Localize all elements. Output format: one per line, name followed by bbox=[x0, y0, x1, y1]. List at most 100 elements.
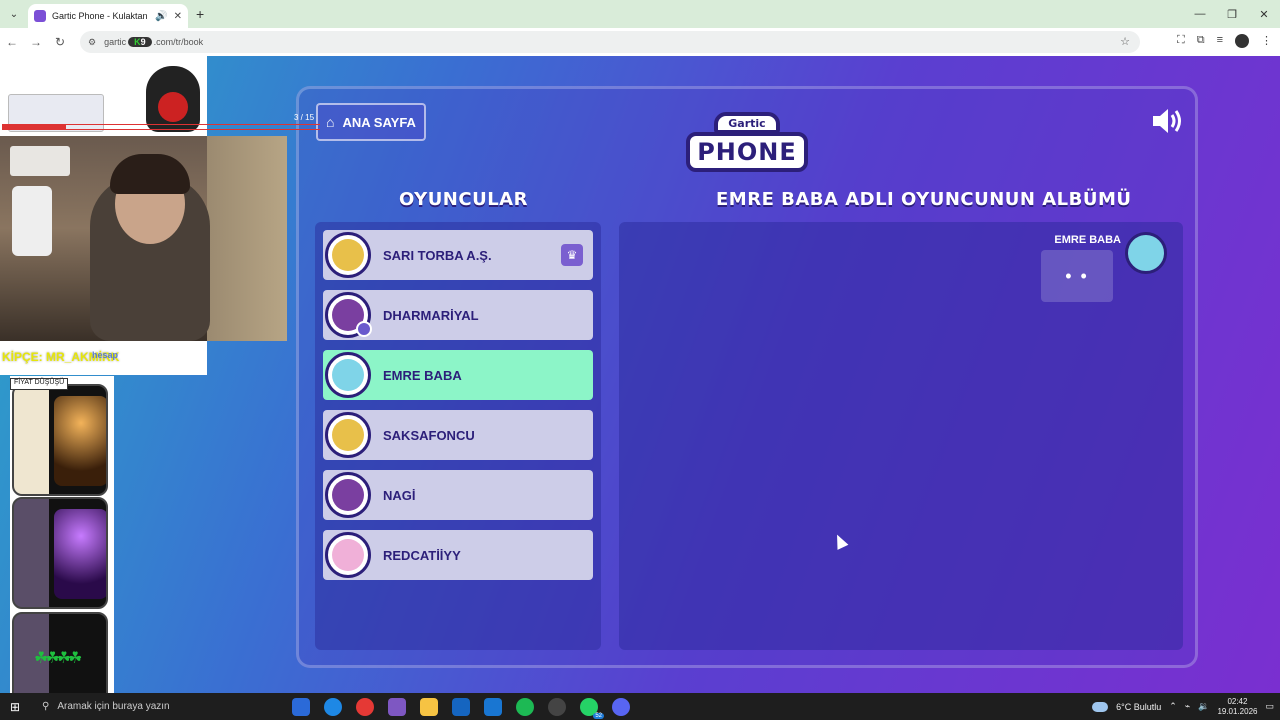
player-face-icon bbox=[332, 239, 364, 271]
volume-icon[interactable]: 🔉 bbox=[1198, 701, 1209, 712]
tab-audio-icon[interactable]: 🔊 bbox=[155, 11, 167, 22]
player-name: REDCATİİYY bbox=[383, 547, 461, 563]
reload-icon[interactable]: ↻ bbox=[48, 35, 72, 49]
address-bar[interactable]: ⚙ gartic K9 .com/tr/book ☆ bbox=[80, 31, 1140, 53]
windows-taskbar: ⊞ ⚲ Aramak için buraya yazın 52 6°C Bulu… bbox=[0, 693, 1280, 720]
brand-tag: hesap bbox=[92, 350, 119, 360]
player-avatar bbox=[325, 472, 371, 518]
home-button-label: ANA SAYFA bbox=[342, 114, 416, 130]
logo-top-text: Gartic bbox=[714, 112, 780, 134]
headset-image bbox=[146, 66, 200, 132]
minimize-icon[interactable]: — bbox=[1184, 0, 1216, 28]
player-row[interactable]: NAGİ bbox=[323, 470, 593, 520]
gartic-favicon-icon bbox=[34, 10, 46, 22]
home-button[interactable]: ⌂ ANA SAYFA bbox=[316, 103, 426, 141]
browser-extensions: ⛶ ⧉ ≡ ⋮ bbox=[1177, 34, 1272, 48]
search-icon: ⚲ bbox=[42, 701, 50, 712]
url-suffix: .com/tr/book bbox=[153, 37, 204, 47]
back-icon[interactable]: ← bbox=[0, 35, 24, 49]
air-conditioner bbox=[10, 146, 70, 176]
album-author-name: EMRE BABA bbox=[1054, 234, 1121, 246]
phone-ad-image bbox=[12, 497, 108, 609]
player-face-icon bbox=[332, 539, 364, 571]
player-name: EMRE BABA bbox=[383, 367, 462, 383]
tray-chevron-icon[interactable]: ⌃ bbox=[1169, 701, 1177, 712]
player-row-active[interactable]: EMRE BABA bbox=[323, 350, 593, 400]
album-author-avatar bbox=[1125, 232, 1167, 274]
album-panel: EMRE BABA • • bbox=[619, 222, 1183, 650]
heater bbox=[12, 186, 52, 256]
tab-list-dropdown-icon[interactable]: ⌄ bbox=[4, 4, 24, 24]
player-row[interactable]: DHARMARİYAL bbox=[323, 290, 593, 340]
browser-tab[interactable]: Gartic Phone - Kulaktan Kul 🔊 ✕ bbox=[28, 4, 188, 28]
player-avatar bbox=[325, 232, 371, 278]
browser-toolbar: ← → ↻ ⚙ gartic K9 .com/tr/book ☆ ⛶ ⧉ ≡ ⋮ bbox=[0, 28, 1280, 56]
gartic-phone-logo: Gartic PHONE bbox=[684, 102, 810, 178]
extensions-icon[interactable]: ⧉ bbox=[1197, 34, 1205, 48]
clock-time: 02:42 bbox=[1227, 696, 1248, 706]
stream-progress-fill bbox=[2, 125, 66, 129]
browser-tab-bar: ⌄ Gartic Phone - Kulaktan Kul 🔊 ✕ + — ❐ … bbox=[0, 0, 1280, 28]
site-info-icon[interactable]: ⚙ bbox=[88, 37, 96, 48]
outlook-icon[interactable] bbox=[452, 697, 470, 716]
home-icon: ⌂ bbox=[326, 114, 335, 130]
player-row[interactable]: SARI TORBA A.Ş. ♛ bbox=[323, 230, 593, 280]
player-row[interactable]: REDCATİİYY bbox=[323, 530, 593, 580]
bookmark-star-icon[interactable]: ☆ bbox=[1120, 35, 1130, 48]
obs-icon[interactable] bbox=[548, 697, 566, 716]
url-prefix: gartic bbox=[104, 37, 127, 47]
window-controls: — ❐ ✕ bbox=[1184, 0, 1280, 28]
store-icon[interactable] bbox=[484, 697, 502, 716]
crown-icon: ♛ bbox=[561, 244, 583, 266]
restore-icon[interactable]: ❐ bbox=[1216, 0, 1248, 28]
sound-icon[interactable] bbox=[1150, 106, 1184, 136]
menu-icon[interactable]: ⋮ bbox=[1261, 34, 1272, 48]
player-face-icon bbox=[332, 419, 364, 451]
players-title: OYUNCULAR bbox=[399, 189, 528, 210]
media-icon[interactable]: ≡ bbox=[1217, 34, 1223, 48]
close-tab-icon[interactable]: ✕ bbox=[174, 11, 182, 22]
network-icon[interactable]: ⌁ bbox=[1185, 701, 1190, 712]
new-tab-icon[interactable]: + bbox=[196, 6, 204, 22]
curtain bbox=[207, 136, 287, 341]
phone-ad-image bbox=[12, 384, 108, 496]
player-name: NAGİ bbox=[383, 487, 416, 503]
webcam-feed bbox=[0, 136, 287, 341]
system-tray: 6°C Bulutlu ⌃ ⌁ 🔉 02:42 19.01.2026 ▭ bbox=[1092, 693, 1280, 720]
spotify-icon[interactable] bbox=[516, 697, 534, 716]
overlay-badge: K9 bbox=[128, 37, 152, 47]
player-avatar bbox=[325, 292, 372, 338]
copilot-icon[interactable] bbox=[388, 697, 406, 716]
task-view-icon[interactable] bbox=[292, 697, 310, 716]
notifications-icon[interactable]: ▭ bbox=[1265, 701, 1274, 712]
player-name: SARI TORBA A.Ş. bbox=[383, 247, 492, 263]
player-avatar bbox=[325, 352, 371, 398]
windows-start-icon[interactable]: ⊞ bbox=[0, 700, 30, 714]
taskbar-apps: 52 bbox=[292, 697, 630, 719]
streamer-hair bbox=[110, 154, 190, 194]
taskbar-search[interactable]: ⚲ Aramak için buraya yazın bbox=[32, 693, 262, 720]
price-drop-label: FİYAT DÜŞÜŞÜ bbox=[10, 378, 69, 390]
weather-cloud-icon bbox=[1092, 701, 1109, 712]
players-panel: SARI TORBA A.Ş. ♛ DHARMARİYAL EMRE BABA … bbox=[315, 222, 601, 650]
stream-progress-text: 3 / 15 bbox=[294, 113, 315, 122]
logo-main-text: PHONE bbox=[686, 132, 808, 172]
player-face-icon bbox=[332, 359, 364, 391]
tab-title: Gartic Phone - Kulaktan Kul bbox=[52, 11, 149, 21]
user-badge-icon bbox=[356, 321, 372, 337]
clock[interactable]: 02:42 19.01.2026 bbox=[1217, 697, 1257, 717]
search-placeholder: Aramak için buraya yazın bbox=[57, 701, 170, 712]
file-explorer-icon[interactable] bbox=[420, 697, 438, 716]
close-window-icon[interactable]: ✕ bbox=[1248, 0, 1280, 28]
profile-avatar-icon[interactable] bbox=[1235, 34, 1249, 48]
edge-icon[interactable] bbox=[324, 697, 342, 716]
whatsapp-icon[interactable]: 52 bbox=[580, 697, 604, 719]
discord-icon[interactable] bbox=[612, 697, 630, 716]
clover-icon: ☘☘☘☘ bbox=[34, 650, 82, 667]
chrome-icon[interactable] bbox=[356, 697, 374, 716]
screenshot-icon[interactable]: ⛶ bbox=[1177, 34, 1185, 48]
overlay-number: 9 bbox=[140, 37, 146, 47]
forward-icon[interactable]: → bbox=[24, 35, 48, 49]
player-row[interactable]: SAKSAFONCU bbox=[323, 410, 593, 460]
weather-text[interactable]: 6°C Bulutlu bbox=[1116, 702, 1161, 712]
